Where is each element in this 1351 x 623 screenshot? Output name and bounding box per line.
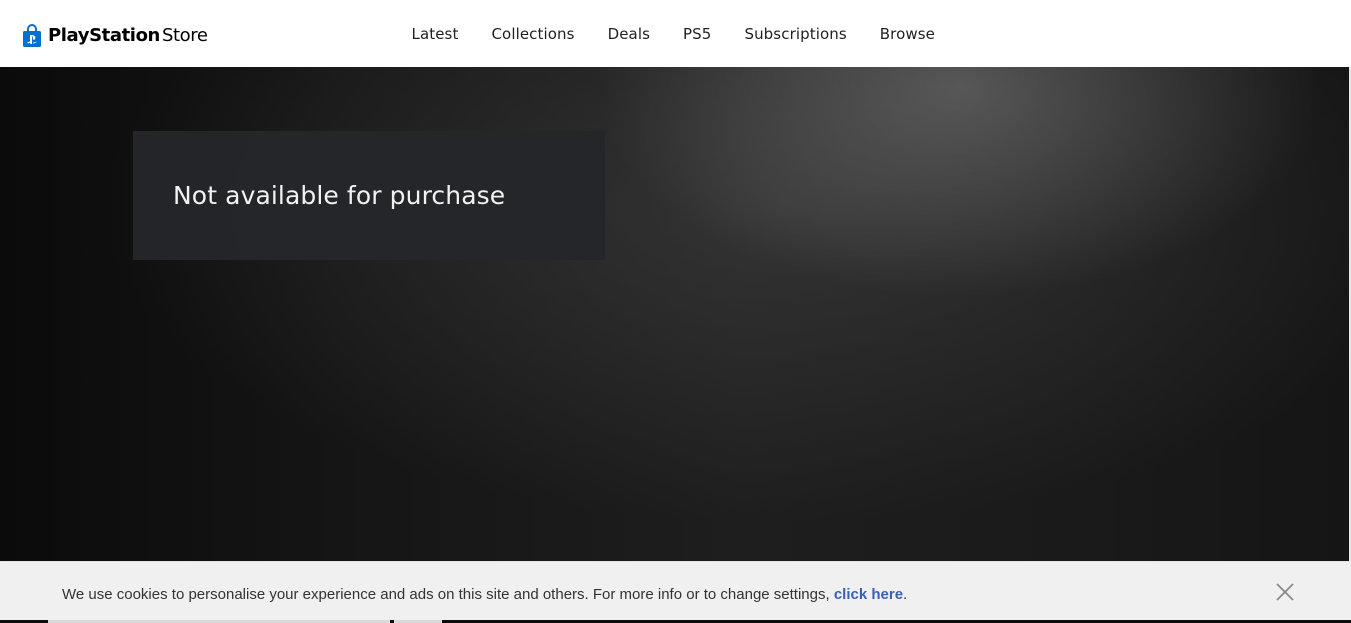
cookie-settings-link[interactable]: click here	[834, 586, 903, 603]
logo-brand-text: PlayStation	[48, 25, 160, 46]
playstation-bag-icon	[23, 24, 41, 47]
nav-item-subscriptions[interactable]: Subscriptions	[728, 25, 863, 43]
site-header: PlayStation Store Latest Collections Dea…	[0, 0, 1351, 67]
cookie-message-trailing: .	[903, 586, 908, 603]
playstation-store-logo[interactable]: PlayStation Store	[22, 22, 208, 50]
nav-item-browse[interactable]: Browse	[863, 25, 951, 43]
cookie-message-text: We use cookies to personalise your exper…	[62, 586, 834, 603]
close-icon[interactable]	[1275, 582, 1295, 602]
nav-item-collections[interactable]: Collections	[475, 25, 591, 43]
purchase-status-panel: Not available for purchase	[133, 131, 605, 260]
nav-item-latest[interactable]: Latest	[395, 25, 475, 43]
logo-suffix-text: Store	[161, 25, 208, 46]
cookie-message: We use cookies to personalise your exper…	[62, 586, 907, 603]
nav-item-deals[interactable]: Deals	[591, 25, 666, 43]
purchase-status-text: Not available for purchase	[173, 181, 506, 210]
cookie-banner: We use cookies to personalise your exper…	[0, 561, 1351, 623]
nav-item-ps5[interactable]: PS5	[667, 25, 728, 43]
main-nav: Latest Collections Deals PS5 Subscriptio…	[395, 0, 952, 67]
hero-banner: Not available for purchase	[0, 67, 1349, 561]
